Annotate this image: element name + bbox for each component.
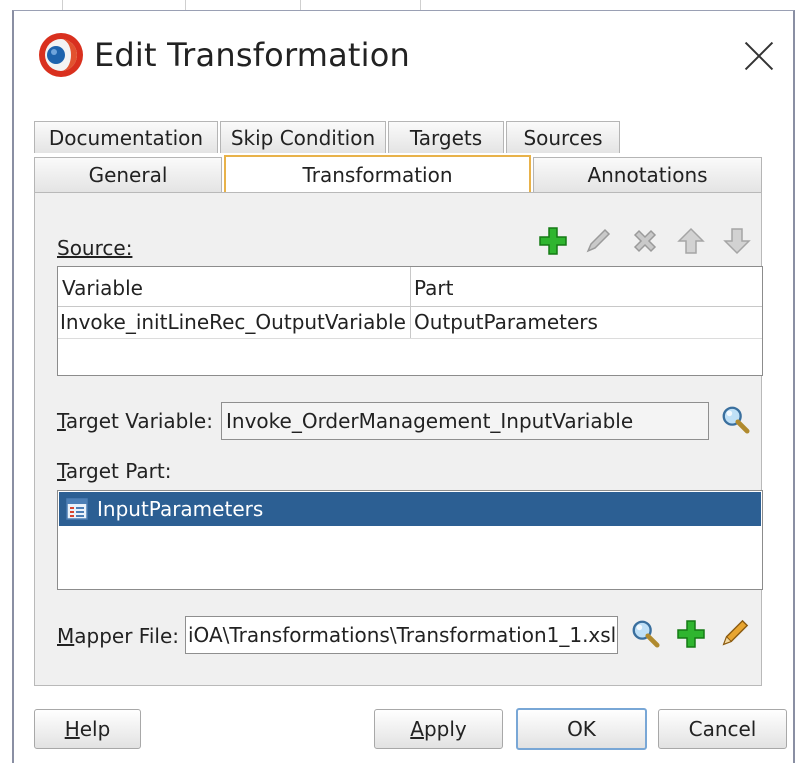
target-part-list: InputParameters: [57, 490, 763, 590]
tab-targets[interactable]: Targets: [388, 121, 504, 153]
cell-part: OutputParameters: [414, 310, 598, 334]
list-item[interactable]: InputParameters: [59, 492, 761, 526]
help-button[interactable]: Help: [34, 709, 141, 749]
tab-annotations[interactable]: Annotations: [533, 157, 762, 192]
tab-transformation[interactable]: Transformation: [224, 155, 531, 192]
apply-button[interactable]: Apply: [374, 709, 503, 749]
source-label: Source:: [57, 236, 133, 260]
oracle-jdev-logo-icon: [39, 33, 83, 77]
search-icon[interactable]: [630, 618, 660, 648]
strip-divider: [300, 0, 301, 10]
edit-icon[interactable]: [720, 618, 750, 648]
document-icon: [66, 498, 88, 520]
tab-documentation[interactable]: Documentation: [34, 121, 218, 153]
add-icon[interactable]: [676, 619, 706, 649]
target-variable-field[interactable]: Invoke_OrderManagement_InputVariable: [221, 402, 709, 440]
mapper-file-field[interactable]: iOA\Transformations\Transformation1_1.xs…: [185, 616, 618, 654]
table-row[interactable]: Invoke_initLineRec_OutputVariable Output…: [58, 307, 762, 339]
cancel-button[interactable]: Cancel: [658, 709, 787, 749]
move-up-icon[interactable]: [676, 226, 706, 256]
column-header-variable[interactable]: Variable: [62, 276, 143, 300]
tab-sources[interactable]: Sources: [506, 121, 620, 153]
delete-icon[interactable]: [630, 226, 660, 256]
dialog-title: Edit Transformation: [94, 36, 411, 74]
move-down-icon[interactable]: [722, 226, 752, 256]
ok-button[interactable]: OK: [516, 708, 647, 750]
target-variable-label: Target Variable:: [57, 409, 213, 433]
add-icon[interactable]: [538, 226, 568, 256]
close-icon[interactable]: [738, 34, 782, 78]
tab-skip-condition[interactable]: Skip Condition: [220, 121, 386, 153]
mapper-file-label: Mapper File:: [57, 624, 180, 648]
list-item-label: InputParameters: [97, 497, 264, 521]
edit-icon[interactable]: [583, 226, 613, 256]
source-table: Variable Part Invoke_initLineRec_OutputV…: [57, 266, 763, 376]
strip-divider: [420, 0, 421, 10]
strip-divider: [185, 0, 186, 10]
search-icon[interactable]: [720, 404, 750, 434]
column-header-part[interactable]: Part: [414, 276, 453, 300]
tab-general[interactable]: General: [34, 157, 222, 192]
strip-divider: [62, 0, 63, 10]
target-part-label: Target Part:: [57, 459, 172, 483]
cell-variable: Invoke_initLineRec_OutputVariable: [60, 310, 406, 334]
